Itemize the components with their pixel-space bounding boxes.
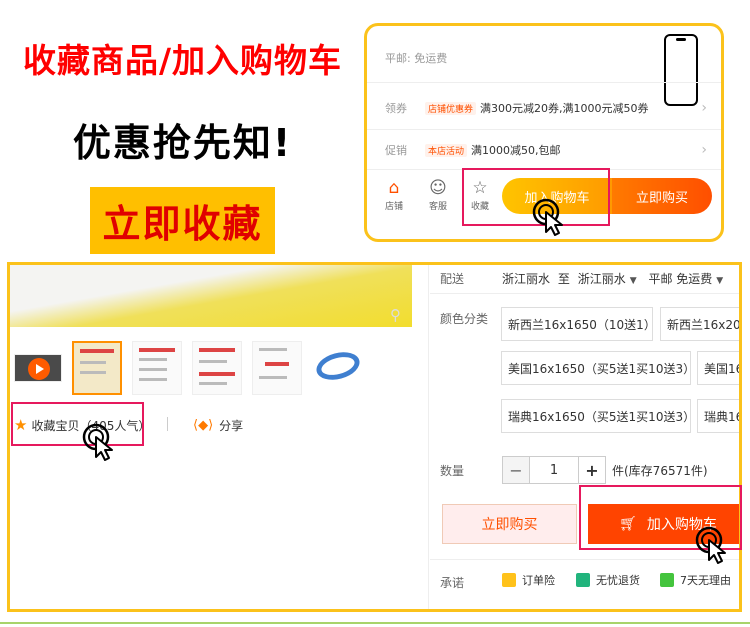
buy-now-button[interactable]: 立即购买	[442, 504, 577, 544]
store-icon: ⌂	[388, 178, 400, 198]
return-icon	[576, 573, 590, 587]
promo-row[interactable]: 促销 本店活动 满1000减50,包邮 ›	[385, 142, 707, 158]
quantity-decrease-button[interactable]: −	[502, 456, 530, 484]
promise-item: 7天无理由	[660, 572, 731, 588]
service-button[interactable]: ☺ 客服	[423, 177, 453, 212]
shipping-info: 浙江丽水 至 浙江丽水 ▼ 平邮 免运费 ▼	[502, 270, 731, 287]
thumbnail[interactable]	[312, 341, 362, 395]
phone-icon	[664, 34, 698, 106]
ship-to-select[interactable]: 浙江丽水	[578, 272, 626, 286]
promo-label: 促销	[385, 144, 407, 157]
divider	[167, 417, 168, 431]
promise-label: 承诺	[440, 576, 465, 590]
share-link[interactable]: ⟨◆⟩ 分享	[193, 417, 243, 434]
promise-item: 订单险	[502, 572, 555, 588]
ship-to-word: 至	[557, 272, 570, 286]
promise-item-label: 订单险	[522, 574, 555, 587]
thumbnail[interactable]	[72, 341, 122, 395]
headline-line1: 收藏商品/加入购物车	[22, 41, 343, 80]
caret-down-icon: ▼	[716, 276, 724, 286]
promo-text: 满1000减50,包邮	[471, 144, 561, 157]
promo-headline: 收藏商品/加入购物车 优惠抢先知! 立即收藏	[0, 34, 365, 254]
headline-line2: 优惠抢先知!	[72, 121, 293, 165]
quantity-input[interactable]: 1	[530, 456, 578, 484]
zoom-icon[interactable]: ⚲	[390, 306, 401, 324]
shipping-row: 平邮: 免运费	[385, 50, 707, 66]
service-icon: ☺	[429, 178, 447, 198]
color-label: 颜色分类	[440, 312, 489, 326]
coupon-label: 领券	[385, 102, 407, 115]
thumbnail[interactable]	[252, 341, 302, 395]
coupon-text: 满300元减20券,满1000元减50券	[480, 102, 649, 115]
mobile-buy-now-button[interactable]: 立即购买	[612, 178, 712, 214]
shipping-text: 平邮: 免运费	[385, 52, 448, 65]
divider	[430, 293, 739, 294]
divider	[428, 265, 429, 609]
video-thumbnail[interactable]	[14, 354, 62, 382]
quantity-increase-button[interactable]: +	[578, 456, 606, 484]
sku-option[interactable]: 瑞典16x2040	[697, 399, 739, 433]
bottom-border	[0, 622, 750, 624]
thumbnail[interactable]	[132, 341, 182, 395]
sku-option[interactable]: 美国16x1650（买5送1买10送3）	[501, 351, 691, 385]
shipping-label: 配送	[440, 272, 465, 286]
sku-option[interactable]: 瑞典16x1650（买5送1买10送3）	[501, 399, 691, 433]
promise-item-label: 7天无理由	[680, 574, 731, 587]
stock-text: 件(库存76571件)	[612, 464, 708, 478]
caret-down-icon: ▼	[629, 276, 637, 286]
service-label: 客服	[428, 202, 447, 212]
ship-method: 平邮 免运费	[648, 272, 713, 286]
click-cursor-icon	[82, 423, 113, 461]
divider	[430, 559, 739, 560]
promo-tag: 本店活动	[425, 143, 468, 157]
insurance-icon	[502, 573, 516, 587]
chevron-right-icon: ›	[701, 100, 707, 116]
promise-item: 无忧退货	[576, 572, 640, 588]
click-cursor-icon	[532, 198, 563, 236]
highlight-box	[11, 402, 144, 446]
purchase-options: 配送 浙江丽水 至 浙江丽水 ▼ 平邮 免运费 ▼ 颜色分类 新西兰16x1650（…	[430, 265, 739, 609]
chevron-right-icon: ›	[701, 142, 707, 158]
store-button[interactable]: ⌂ 店铺	[379, 177, 409, 212]
thumbnail-strip	[14, 341, 362, 395]
quantity-label: 数量	[440, 464, 465, 478]
coupon-tag: 店铺优惠券	[425, 101, 477, 115]
click-cursor-icon	[695, 526, 726, 564]
seven-day-icon	[660, 573, 674, 587]
store-label: 店铺	[384, 202, 403, 212]
sku-option[interactable]: 美国16x2040	[697, 351, 739, 385]
share-label: 分享	[219, 419, 244, 433]
divider	[367, 82, 721, 83]
sku-option[interactable]: 新西兰16x1650（10送1）	[501, 307, 653, 341]
share-icon: ⟨◆⟩	[193, 418, 214, 433]
divider	[367, 129, 721, 130]
collect-now-button[interactable]: 立即收藏	[90, 187, 275, 254]
thumbnail[interactable]	[192, 341, 242, 395]
sku-option[interactable]: 新西兰16x2040	[660, 307, 739, 341]
ship-from: 浙江丽水	[502, 272, 551, 286]
main-product-image	[10, 265, 412, 327]
coupon-row[interactable]: 领券 店铺优惠券 满300元减20券,满1000元减50券 ›	[385, 100, 707, 116]
play-icon	[28, 358, 50, 380]
promise-item-label: 无忧退货	[596, 574, 640, 587]
